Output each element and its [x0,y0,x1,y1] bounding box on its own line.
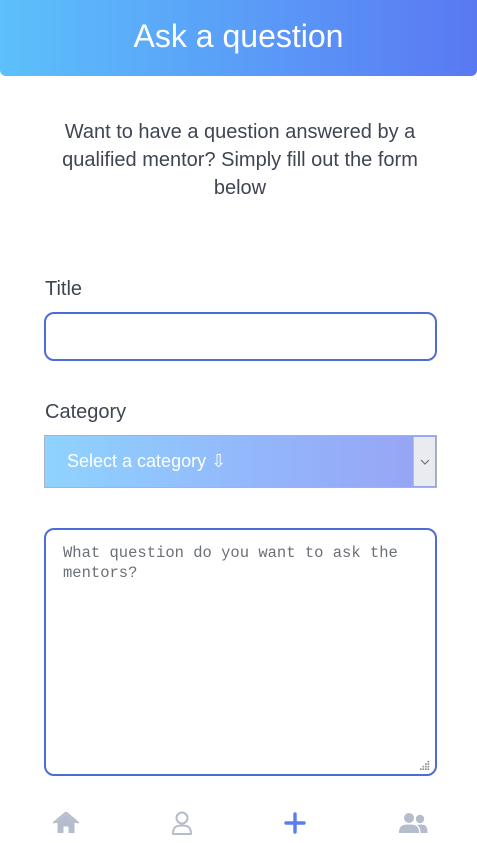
app-header: Ask a question [0,0,477,76]
resize-handle-icon[interactable] [420,760,430,770]
title-input[interactable] [44,312,437,361]
category-label: Category [45,401,127,423]
profile-icon[interactable] [167,808,197,838]
home-icon[interactable] [51,808,81,838]
chevron-down-icon[interactable] [413,437,435,486]
category-selected-value: Select a category ⇩ [67,451,227,471]
title-label: Title [45,278,83,300]
intro-text: Want to have a question answered by a qu… [62,121,418,199]
page-title: Ask a question [133,18,344,54]
mentors-icon[interactable] [398,808,428,838]
category-select[interactable]: Select a category ⇩ [44,435,437,488]
add-icon[interactable] [280,808,310,838]
bottom-nav [0,800,477,843]
question-textarea[interactable]: What question do you want to ask the men… [44,528,437,776]
